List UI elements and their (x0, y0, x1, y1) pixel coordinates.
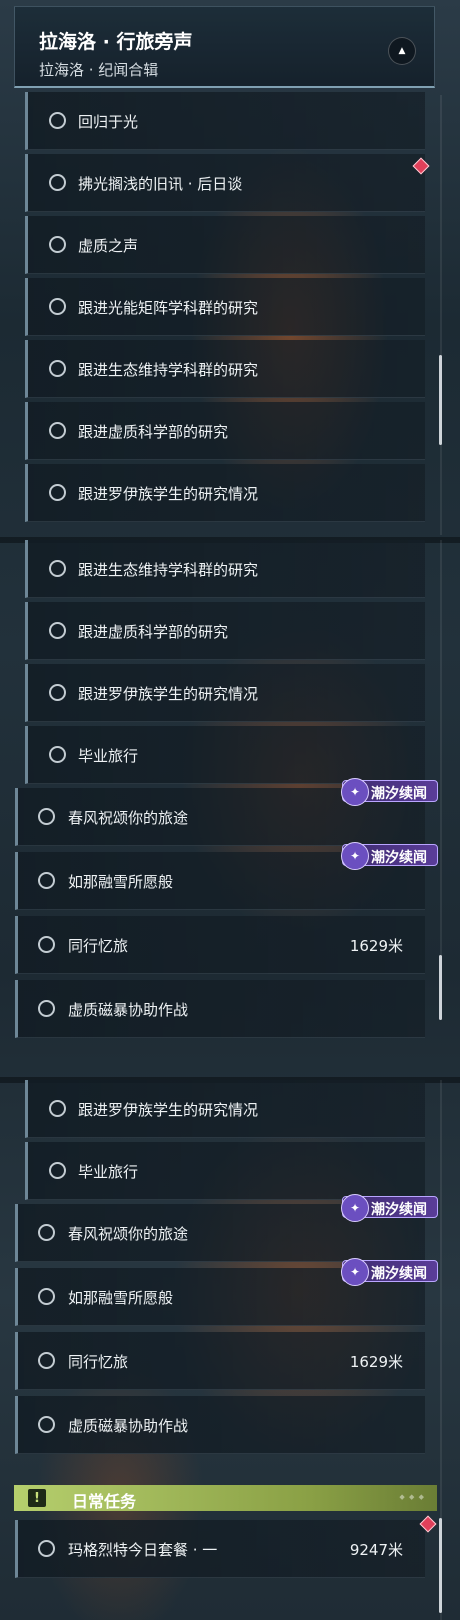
radio-circle-icon (38, 1288, 55, 1305)
quest-row[interactable]: 回归于光 (25, 92, 425, 150)
tide-story-badge: ✦ 潮汐续闻 (341, 778, 438, 806)
quest-row[interactable]: 同行忆旅 1629米 (15, 916, 425, 974)
radio-circle-icon (49, 484, 66, 501)
quest-group-subtitle: 拉海洛 · 纪闻合辑 (39, 61, 159, 79)
quest-label: 虚质磁暴协助作战 (68, 1001, 189, 1019)
tide-star-icon: ✦ (341, 778, 369, 806)
radio-circle-icon (38, 1540, 55, 1557)
quest-label: 毕业旅行 (78, 747, 139, 765)
quest-label: 春风祝颂你的旅途 (68, 809, 189, 827)
quest-label: 跟进虚质科学部的研究 (78, 423, 229, 441)
quest-row[interactable]: 跟进罗伊族学生的研究情况 (25, 464, 425, 522)
quest-panel-2: 跟进生态维持学科群的研究 跟进虚质科学部的研究 跟进罗伊族学生的研究情况 毕业旅… (0, 540, 460, 1080)
quest-label: 跟进虚质科学部的研究 (78, 623, 229, 641)
radio-circle-icon (38, 936, 55, 953)
scrollbar-thumb[interactable] (439, 1518, 442, 1613)
quest-row[interactable]: 同行忆旅 1629米 (15, 1332, 425, 1390)
tide-story-badge: ✦ 潮汐续闻 (341, 1194, 438, 1222)
radio-circle-icon (38, 872, 55, 889)
badge-label: 潮汐续闻 (371, 786, 427, 802)
quest-label: 同行忆旅 (68, 1353, 129, 1371)
quest-row[interactable]: 跟进罗伊族学生的研究情况 (25, 1080, 425, 1138)
quest-row[interactable]: 拂光搁浅的旧讯 · 后日谈 (25, 154, 425, 212)
quest-label: 虚质磁暴协助作战 (68, 1417, 189, 1435)
quest-label: 玛格烈特今日套餐 · 一 (68, 1541, 218, 1559)
quest-group-header[interactable]: 拉海洛 · 行旅旁声 拉海洛 · 纪闻合辑 ▲ (14, 6, 435, 88)
badge-label: 潮汐续闻 (371, 850, 427, 866)
tide-star-icon: ✦ (341, 842, 369, 870)
quest-panel-3: 跟进罗伊族学生的研究情况 毕业旅行 春风祝颂你的旅途 ✦ 潮汐续闻 如那融雪所愿… (0, 1080, 460, 1620)
quest-label: 跟进罗伊族学生的研究情况 (78, 485, 259, 503)
quest-label: 春风祝颂你的旅途 (68, 1225, 189, 1243)
quest-distance: 1629米 (349, 937, 403, 955)
radio-circle-icon (38, 808, 55, 825)
radio-circle-icon (38, 1352, 55, 1369)
radio-circle-icon (49, 174, 66, 191)
quest-label: 毕业旅行 (78, 1163, 139, 1181)
tide-story-badge: ✦ 潮汐续闻 (341, 842, 438, 870)
quest-row[interactable]: 跟进虚质科学部的研究 (25, 602, 425, 660)
quest-row[interactable]: 跟进光能矩阵学科群的研究 (25, 278, 425, 336)
badge-label: 潮汐续闻 (371, 1202, 427, 1218)
quest-label: 同行忆旅 (68, 937, 129, 955)
quest-row[interactable]: 虚质磁暴协助作战 (15, 1396, 425, 1454)
radio-circle-icon (49, 298, 66, 315)
scrollbar-thumb[interactable] (439, 355, 442, 445)
section-header-daily[interactable]: ! 日常任务 ◆ ◆ ◆ (14, 1485, 437, 1511)
quest-row[interactable]: 跟进虚质科学部的研究 (25, 402, 425, 460)
quest-label: 跟进生态维持学科群的研究 (78, 361, 259, 379)
radio-circle-icon (49, 684, 66, 701)
radio-circle-icon (49, 560, 66, 577)
radio-circle-icon (49, 236, 66, 253)
tide-story-badge: ✦ 潮汐续闻 (341, 1258, 438, 1286)
quest-label: 虚质之声 (78, 237, 139, 255)
quest-label: 如那融雪所愿般 (68, 1289, 174, 1307)
scrollbar-track[interactable] (440, 95, 442, 535)
quest-label: 跟进罗伊族学生的研究情况 (78, 685, 259, 703)
scrollbar-track[interactable] (440, 540, 442, 1020)
quest-group-title: 拉海洛 · 行旅旁声 (39, 31, 193, 53)
radio-circle-icon (49, 422, 66, 439)
quest-row[interactable]: 跟进罗伊族学生的研究情况 (25, 664, 425, 722)
section-title: 日常任务 (72, 1492, 137, 1511)
quest-label: 跟进生态维持学科群的研究 (78, 561, 259, 579)
quest-row[interactable]: 虚质之声 (25, 216, 425, 274)
section-decoration: ◆ ◆ ◆ (399, 1493, 425, 1501)
quest-row[interactable]: 跟进生态维持学科群的研究 (25, 540, 425, 598)
radio-circle-icon (38, 1224, 55, 1241)
chevron-up-icon[interactable]: ▲ (388, 37, 416, 65)
radio-circle-icon (49, 1100, 66, 1117)
badge-label: 潮汐续闻 (371, 1266, 427, 1282)
scrollbar-thumb[interactable] (439, 955, 442, 1020)
radio-circle-icon (49, 360, 66, 377)
quest-label: 回归于光 (78, 113, 139, 131)
quest-row[interactable]: 毕业旅行 (25, 726, 425, 784)
quest-row[interactable]: 跟进生态维持学科群的研究 (25, 340, 425, 398)
quest-row[interactable]: 毕业旅行 (25, 1142, 425, 1200)
radio-circle-icon (38, 1000, 55, 1017)
quest-row[interactable]: 玛格烈特今日套餐 · 一 9247米 (15, 1520, 425, 1578)
quest-row[interactable]: 虚质磁暴协助作战 (15, 980, 425, 1038)
radio-circle-icon (49, 746, 66, 763)
quest-label: 跟进光能矩阵学科群的研究 (78, 299, 259, 317)
quest-label: 拂光搁浅的旧讯 · 后日谈 (78, 175, 243, 193)
radio-circle-icon (49, 1162, 66, 1179)
tide-star-icon: ✦ (341, 1194, 369, 1222)
quest-distance: 1629米 (349, 1353, 403, 1371)
tide-star-icon: ✦ (341, 1258, 369, 1286)
radio-circle-icon (49, 112, 66, 129)
quest-label: 如那融雪所愿般 (68, 873, 174, 891)
quest-panel-1: 拉海洛 · 行旅旁声 拉海洛 · 纪闻合辑 ▲ 回归于光 拂光搁浅的旧讯 · 后… (0, 0, 460, 540)
quest-distance: 9247米 (349, 1541, 403, 1559)
radio-circle-icon (49, 622, 66, 639)
quest-label: 跟进罗伊族学生的研究情况 (78, 1101, 259, 1119)
radio-circle-icon (38, 1416, 55, 1433)
exclamation-icon: ! (28, 1489, 46, 1507)
